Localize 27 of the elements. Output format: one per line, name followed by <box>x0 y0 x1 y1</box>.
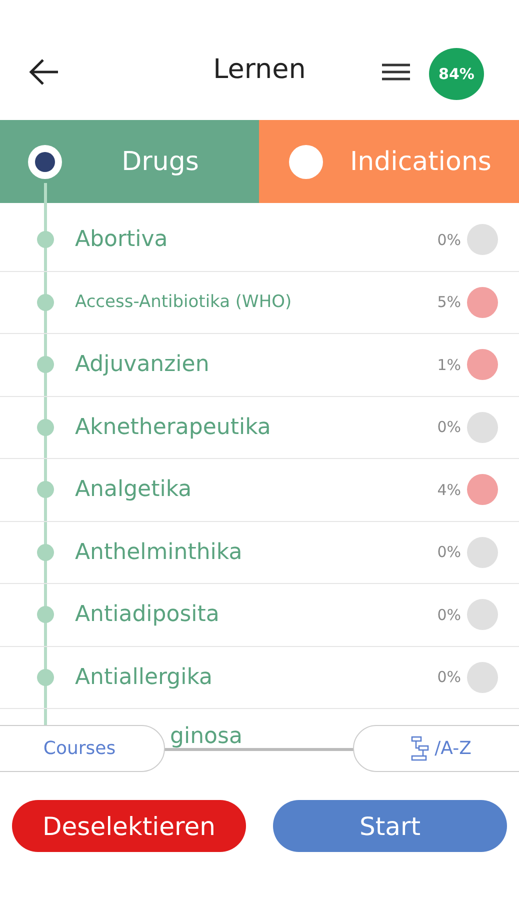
progress-percent: 0% <box>437 543 461 562</box>
category-label[interactable]: Analgetika <box>75 477 438 502</box>
sort-button[interactable]: /A-Z <box>353 725 519 772</box>
progress-percent: 4% <box>437 480 461 499</box>
category-label[interactable]: Abortiva <box>75 227 438 252</box>
progress-percent: 0% <box>437 668 461 686</box>
courses-button[interactable]: Courses <box>0 725 165 772</box>
start-button[interactable]: Start <box>273 800 507 852</box>
category-label[interactable]: Access-Antibiotika (WHO) <box>75 292 438 312</box>
progress-percent: 1% <box>437 356 461 374</box>
progress-percent: 0% <box>437 418 461 436</box>
menu-icon[interactable] <box>382 62 410 82</box>
category-tab[interactable]: Drugs <box>0 120 258 203</box>
category-tab[interactable]: Indications <box>258 120 519 203</box>
category-label[interactable]: Antiadiposita <box>75 602 438 628</box>
progress-percent: 0% <box>437 230 461 249</box>
score-badge: 84% <box>429 48 484 100</box>
deselect-button[interactable]: Deselektieren <box>12 800 246 852</box>
category-label[interactable]: Adjuvanzien <box>75 352 438 378</box>
page-title: Lernen <box>213 54 306 85</box>
category-label[interactable]: Antiallergika <box>75 664 438 690</box>
progress-percent: 0% <box>437 606 461 624</box>
progress-percent: 5% <box>437 293 461 312</box>
category-label[interactable]: ginosa <box>170 724 242 749</box>
back-icon[interactable] <box>28 58 60 86</box>
category-label[interactable]: Aknetherapeutika <box>75 414 438 440</box>
category-label[interactable]: Anthelminthika <box>75 540 438 565</box>
